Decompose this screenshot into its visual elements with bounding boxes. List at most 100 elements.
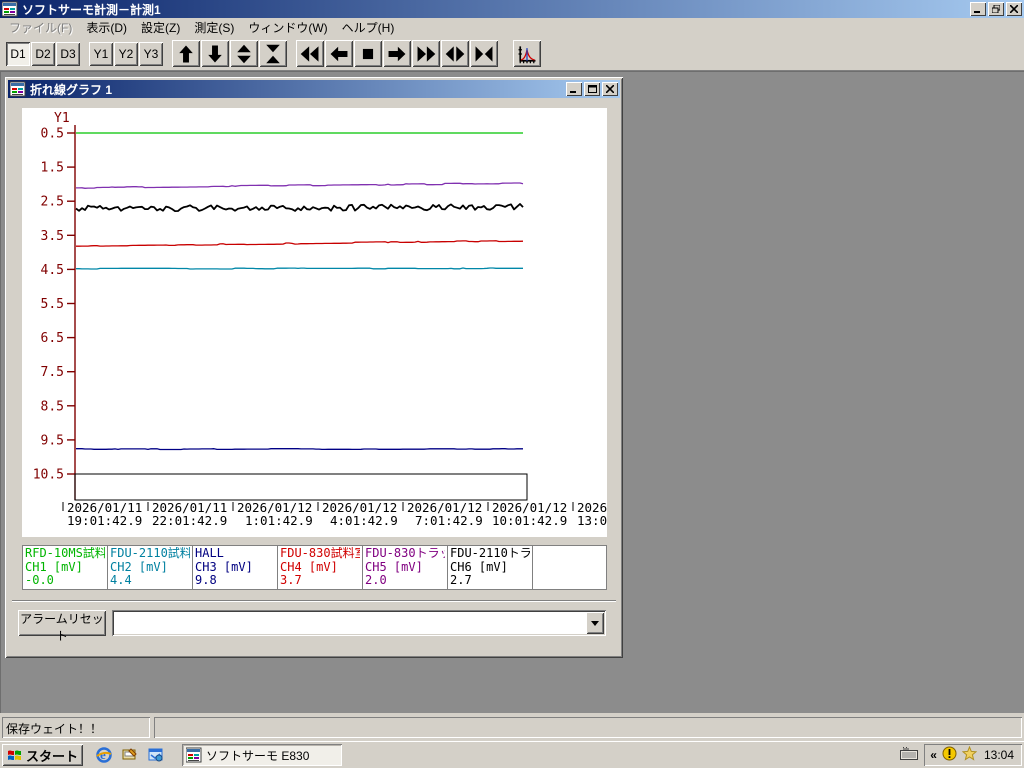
- graph-close-button[interactable]: [602, 82, 618, 96]
- menu-item-2[interactable]: 設定(Z): [134, 17, 187, 38]
- alarm-combo-dropdown-button[interactable]: [586, 612, 604, 634]
- svg-text:3.5: 3.5: [41, 229, 64, 244]
- tray-expand-chevron[interactable]: «: [930, 748, 937, 762]
- d1-button[interactable]: D1: [6, 41, 30, 66]
- legend-cell-ch2: FDU-2110試料室CH2 [mV]4.4: [108, 546, 193, 589]
- d2-button[interactable]: D2: [31, 41, 55, 66]
- separator: [12, 600, 616, 602]
- star-icon[interactable]: [961, 745, 978, 764]
- arrow-left-icon: [330, 46, 348, 61]
- outlook-express-icon[interactable]: [147, 747, 164, 764]
- svg-text:4:01:42.9: 4:01:42.9: [330, 513, 398, 528]
- channel-legend: RFD-10MS試料室CH1 [mV]-0.0FDU-2110試料室CH2 [m…: [22, 545, 607, 590]
- legend-cell-ch6: FDU-2110トラッCH6 [mV]2.7: [448, 546, 533, 589]
- svg-text:7.5: 7.5: [41, 365, 64, 380]
- d3-button[interactable]: D3: [56, 41, 80, 66]
- scroll-left-button[interactable]: [325, 40, 353, 67]
- alarm-combo-value: [116, 615, 584, 631]
- menu-item-3[interactable]: 測定(S): [187, 17, 241, 38]
- legend-value: 2.0: [365, 574, 387, 587]
- collapse-vertical-icon: [266, 44, 280, 63]
- y3-button[interactable]: Y3: [139, 41, 163, 66]
- graph-minimize-button[interactable]: [566, 82, 582, 96]
- internet-explorer-icon[interactable]: e: [95, 747, 112, 764]
- stop-button[interactable]: [354, 40, 382, 67]
- fast-rewind-icon: [300, 45, 319, 62]
- legend-channel: CH5 [mV]: [365, 560, 423, 574]
- series-ch2: [76, 267, 523, 270]
- scroll-down-button[interactable]: [201, 40, 229, 67]
- alarm-reset-button[interactable]: アラームリセット: [18, 610, 106, 643]
- task-button-softthermo[interactable]: ソフトサーモ E830: [182, 744, 343, 766]
- svg-text:6.5: 6.5: [41, 331, 64, 346]
- svg-text:19:01:42.9: 19:01:42.9: [67, 513, 142, 528]
- keyboard-language-icon[interactable]: [900, 747, 919, 763]
- collapse-horizontal-button[interactable]: [470, 40, 498, 67]
- svg-text:7:01:42.9: 7:01:42.9: [415, 513, 483, 528]
- show-desktop-icon[interactable]: [121, 747, 138, 764]
- main-window-title: ソフトサーモ計測－計測1: [22, 2, 161, 17]
- legend-name: HALL: [195, 547, 224, 560]
- menu-item-5[interactable]: ヘルプ(H): [335, 17, 402, 38]
- start-button[interactable]: スタート: [2, 744, 84, 766]
- scroll-right-button[interactable]: [383, 40, 411, 67]
- legend-channel: CH3 [mV]: [195, 560, 253, 574]
- svg-text:10.5: 10.5: [33, 468, 64, 483]
- svg-text:22:01:42.9: 22:01:42.9: [152, 513, 227, 528]
- histogram-icon: [518, 45, 536, 63]
- svg-text:10:01:42.9: 10:01:42.9: [492, 513, 567, 528]
- stop-icon: [362, 48, 374, 59]
- expand-horizontal-icon: [445, 45, 465, 62]
- restore-button[interactable]: [988, 2, 1004, 16]
- expand-vertical-button[interactable]: [230, 40, 258, 67]
- task-button-label: ソフトサーモ E830: [206, 748, 310, 763]
- graph-client: Y1 0.5 1.5 2.5 3.5 4.5 5.5 6.5 7.5 8.5 9.5 10.5 2026…: [8, 98, 620, 655]
- legend-name: RFD-10MS試料室: [25, 547, 105, 560]
- y1-button[interactable]: Y1: [89, 41, 113, 66]
- collapse-vertical-button[interactable]: [259, 40, 287, 67]
- legend-channel: CH2 [mV]: [110, 560, 168, 574]
- clock: 13:04: [983, 748, 1014, 762]
- graph-window-titlebar[interactable]: 折れ線グラフ 1: [8, 80, 620, 98]
- taskbar: スタート e ソフトサーモ E830 « 13:04: [0, 741, 1024, 768]
- svg-text:Y1: Y1: [54, 111, 70, 126]
- graph-window-icon: [10, 81, 26, 97]
- legend-value: 2.7: [450, 574, 472, 587]
- alarm-controls: アラームリセット: [8, 610, 620, 643]
- menubar: ファイル(F) 表示(D) 設定(Z) 測定(S) ウィンドウ(W) ヘルプ(H): [0, 18, 1024, 37]
- svg-text:5.5: 5.5: [41, 297, 64, 312]
- mdi-workspace: 折れ線グラフ 1 Y1 0.5 1.5 2.5 3.5 4.5 5.5 6.5 7.5 8.5 9.…: [0, 71, 1024, 713]
- windows-logo-icon: [8, 750, 21, 760]
- svg-text:0.5: 0.5: [41, 127, 64, 142]
- svg-text:9.5: 9.5: [41, 433, 64, 448]
- statusbar: 保存ウェイト！！: [0, 713, 1024, 741]
- graph-maximize-button[interactable]: [584, 82, 600, 96]
- expand-vertical-icon: [237, 44, 251, 63]
- line-chart: Y1 0.5 1.5 2.5 3.5 4.5 5.5 6.5 7.5 8.5 9.5 10.5 2026…: [22, 108, 607, 537]
- svg-text:4.5: 4.5: [41, 263, 64, 278]
- svg-text:8.5: 8.5: [41, 399, 64, 414]
- menu-item-1[interactable]: 表示(D): [79, 17, 134, 38]
- legend-name: FDU-2110試料室: [110, 547, 190, 560]
- alarm-combo[interactable]: [112, 610, 606, 636]
- scroll-up-button[interactable]: [172, 40, 200, 67]
- svg-text:2.5: 2.5: [41, 195, 64, 210]
- menu-item-4[interactable]: ウィンドウ(W): [241, 17, 334, 38]
- svg-text:13:01:42.9: 13:01:42.9: [577, 513, 607, 528]
- legend-value: 9.8: [195, 574, 217, 587]
- menu-item-0: ファイル(F): [9, 21, 73, 35]
- alert-shield-icon[interactable]: [942, 746, 957, 764]
- collapse-horizontal-icon: [475, 45, 493, 62]
- close-button[interactable]: [1006, 2, 1022, 16]
- histogram-button[interactable]: [513, 40, 541, 67]
- toolbar: D1 D2 D3 Y1 Y2 Y3: [0, 37, 1024, 71]
- minimize-button[interactable]: [970, 2, 986, 16]
- fast-forward-button[interactable]: [412, 40, 440, 67]
- toolbar-separator: [81, 53, 89, 54]
- fast-rewind-button[interactable]: [296, 40, 324, 67]
- graph-window-title: 折れ線グラフ 1: [30, 82, 113, 97]
- expand-horizontal-button[interactable]: [441, 40, 469, 67]
- arrow-up-icon: [179, 45, 193, 62]
- main-titlebar[interactable]: ソフトサーモ計測－計測1: [0, 0, 1024, 18]
- y2-button[interactable]: Y2: [114, 41, 138, 66]
